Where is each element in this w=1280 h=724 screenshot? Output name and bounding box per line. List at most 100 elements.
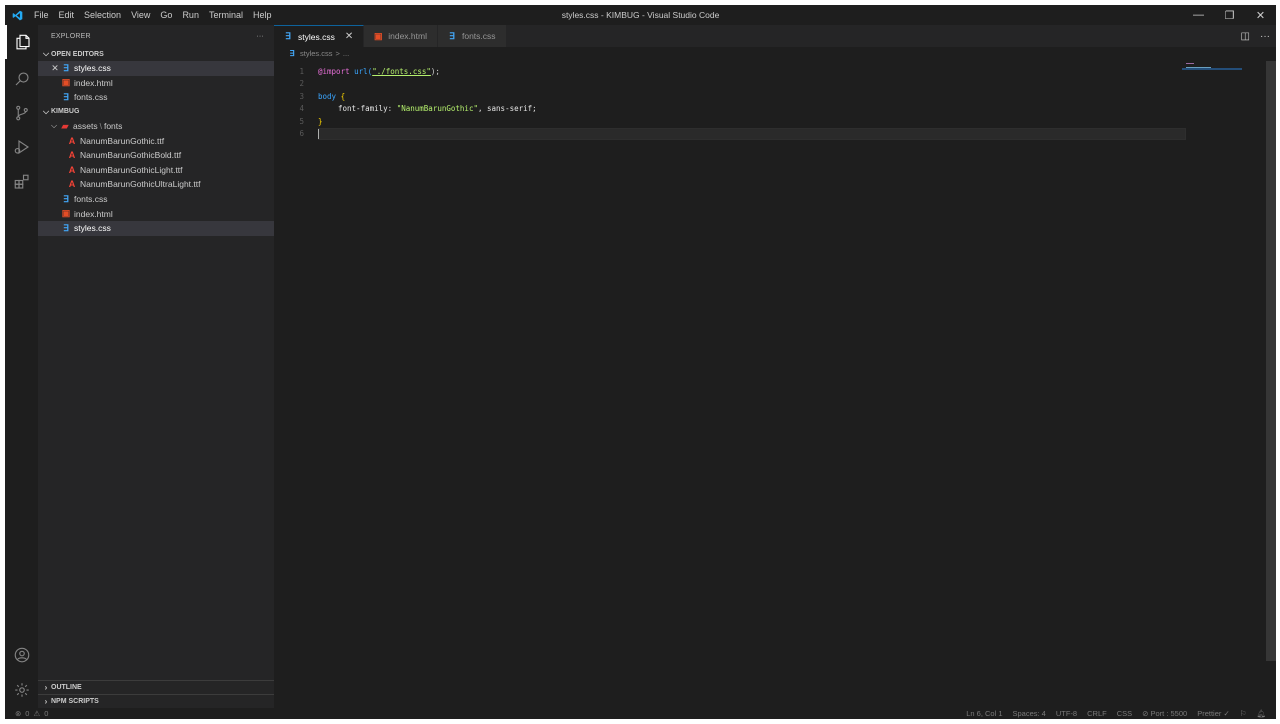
menu-edit[interactable]: Edit — [54, 5, 80, 25]
breadcrumb-symbol[interactable]: ... — [343, 49, 349, 58]
code-token: } — [318, 116, 323, 126]
tab-actions: ◫ ··· — [1241, 25, 1270, 47]
file-row[interactable]: A NanumBarunGothic.ttf — [38, 133, 274, 148]
npm-scripts-label: NPM SCRIPTS — [51, 698, 99, 705]
open-editors-label: OPEN EDITORS — [51, 50, 104, 58]
line-ending[interactable]: CRLF — [1087, 709, 1107, 718]
open-editor-item[interactable]: ▣ index.html — [38, 76, 274, 91]
close-icon[interactable]: ✕ — [50, 63, 60, 74]
tab-index-html[interactable]: ▣ index.html — [364, 25, 438, 47]
menu-help[interactable]: Help — [248, 5, 277, 25]
folder-icon: ▰ — [61, 120, 69, 131]
folder-label: assets — [73, 121, 98, 132]
indentation[interactable]: Spaces: 4 — [1013, 709, 1046, 718]
workspace-label: KIMBUG — [51, 108, 80, 116]
tab-styles-css[interactable]: ∃ styles.css ✕ — [274, 25, 365, 47]
collapsed-sections: › OUTLINE › NPM SCRIPTS — [38, 680, 274, 708]
error-count[interactable]: 0 — [25, 709, 29, 718]
code-text: body { — [304, 91, 345, 103]
minimize-button[interactable]: — — [1183, 5, 1214, 25]
search-icon[interactable] — [5, 62, 38, 96]
scrollbar-thumb[interactable] — [1266, 61, 1276, 661]
file-label: fonts.css — [74, 194, 108, 205]
css-file-icon: ∃ — [63, 222, 69, 233]
breadcrumb-file[interactable]: styles.css — [300, 49, 333, 58]
tab-fonts-css[interactable]: ∃ fonts.css — [437, 25, 507, 47]
notifications-bell-icon[interactable]: 🔔︎ — [1256, 709, 1266, 718]
file-row[interactable]: A NanumBarunGothicUltraLight.ttf — [38, 177, 274, 192]
workspace-header[interactable]: ⌵ KIMBUG — [38, 105, 274, 119]
encoding[interactable]: UTF-8 — [1056, 709, 1077, 718]
extensions-icon[interactable] — [5, 165, 38, 199]
npm-scripts-header[interactable]: › NPM SCRIPTS — [38, 694, 274, 708]
source-control-icon[interactable] — [5, 96, 38, 130]
css-file-icon: ∃ — [449, 30, 455, 41]
explorer-title: EXPLORER — [51, 32, 91, 40]
run-debug-icon[interactable] — [5, 130, 38, 164]
explorer-sidebar: EXPLORER ··· ⌵ OPEN EDITORS ✕ ∃ styles.c… — [38, 25, 274, 708]
code-editor[interactable]: 1 @import url("./fonts.css"); 2 3 body {… — [274, 66, 1276, 141]
file-row[interactable]: ∃ fonts.css — [38, 192, 274, 207]
menu-run[interactable]: Run — [177, 5, 204, 25]
prettier-status[interactable]: Prettier ✓ — [1197, 709, 1230, 718]
open-editor-item[interactable]: ∃ fonts.css — [38, 90, 274, 105]
chevron-down-icon: ⌵ — [42, 106, 50, 116]
file-label: index.html — [74, 208, 113, 219]
menu-view[interactable]: View — [126, 5, 155, 25]
status-right: Ln 6, Col 1 Spaces: 4 UTF-8 CRLF CSS ⊘ P… — [966, 708, 1266, 719]
editor-area: ∃ styles.css ✕ ▣ index.html ∃ fonts.css … — [274, 25, 1276, 708]
warning-count[interactable]: 0 — [44, 709, 48, 718]
more-actions-icon[interactable]: ··· — [1260, 31, 1270, 42]
settings-gear-icon[interactable] — [5, 673, 38, 707]
css-file-icon: ∃ — [289, 49, 295, 58]
menu-go[interactable]: Go — [155, 5, 177, 25]
html-file-icon: ▣ — [61, 208, 71, 219]
open-editors-header[interactable]: ⌵ OPEN EDITORS — [38, 47, 274, 61]
breadcrumb: ∃ styles.css > ... — [274, 47, 1276, 60]
restore-button[interactable]: ❐ — [1214, 5, 1245, 25]
open-editor-item[interactable]: ✕ ∃ styles.css — [38, 61, 274, 76]
file-label: NanumBarunGothicUltraLight.ttf — [80, 179, 201, 190]
code-line: 3 body { — [274, 91, 1276, 103]
menu-file[interactable]: File — [29, 5, 54, 25]
accounts-icon[interactable] — [5, 638, 38, 672]
explorer-icon[interactable] — [5, 25, 38, 59]
menu-selection[interactable]: Selection — [79, 5, 126, 25]
activity-bar — [5, 25, 38, 708]
subfolder-label: fonts — [103, 121, 123, 132]
close-icon[interactable]: ✕ — [345, 31, 353, 42]
file-row-selected[interactable]: ∃ styles.css — [38, 220, 274, 236]
feedback-icon[interactable]: ⚐ — [1240, 709, 1247, 718]
font-file-icon: A — [68, 179, 76, 190]
current-line-highlight — [318, 127, 1186, 141]
line-number: 2 — [299, 79, 304, 89]
split-editor-icon[interactable]: ◫ — [1241, 31, 1250, 42]
file-label: NanumBarunGothicLight.ttf — [80, 164, 183, 175]
minimap[interactable] — [1182, 61, 1242, 81]
font-file-icon: A — [68, 135, 76, 146]
file-row[interactable]: A NanumBarunGothicBold.ttf — [38, 148, 274, 163]
live-server-port[interactable]: ⊘ Port : 5500 — [1142, 709, 1187, 718]
chevron-down-icon: ⌵ — [42, 49, 50, 58]
outline-label: OUTLINE — [51, 684, 82, 691]
close-window-button[interactable]: ✕ — [1245, 5, 1276, 25]
tab-label: fonts.css — [461, 31, 496, 41]
file-row[interactable]: ▣ index.html — [38, 206, 274, 221]
cursor-position[interactable]: Ln 6, Col 1 — [966, 709, 1002, 718]
file-label: styles.css — [74, 223, 111, 234]
file-label: NanumBarunGothic.ttf — [80, 135, 165, 146]
file-row[interactable]: A NanumBarunGothicLight.ttf — [38, 163, 274, 178]
html-file-icon: ▣ — [373, 30, 383, 41]
vertical-scrollbar[interactable] — [1266, 61, 1276, 661]
open-editor-label: styles.css — [74, 63, 111, 74]
vscode-window: File Edit Selection View Go Run Terminal… — [5, 5, 1276, 719]
more-actions-icon[interactable]: ··· — [256, 33, 264, 40]
folder-row[interactable]: ⌵ ▰ assets \ fonts — [38, 119, 274, 134]
css-file-icon: ∃ — [63, 193, 69, 204]
language-mode[interactable]: CSS — [1117, 709, 1132, 718]
code-token: "NanumBarunGothic" — [396, 104, 478, 114]
vscode-logo-icon — [5, 5, 29, 25]
status-left: ⊗ 0 ⚠ 0 — [5, 709, 48, 718]
outline-header[interactable]: › OUTLINE — [38, 680, 274, 694]
menu-terminal[interactable]: Terminal — [204, 5, 248, 25]
